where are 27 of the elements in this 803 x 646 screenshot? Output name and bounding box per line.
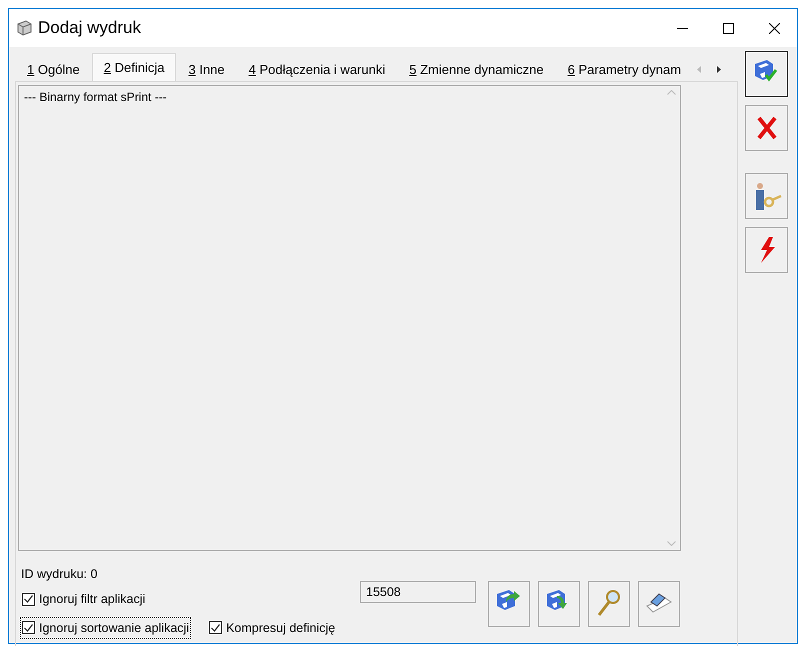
window-title: Dodaj wydruk bbox=[38, 17, 141, 40]
scroll-right-icon[interactable] bbox=[717, 66, 722, 72]
tab[interactable]: 5 Zmienne dynamiczne bbox=[397, 57, 556, 81]
size-field[interactable]: 15508 bbox=[360, 581, 476, 603]
checkbox[interactable] bbox=[209, 621, 222, 634]
tool-button[interactable] bbox=[538, 581, 580, 627]
checkbox-option[interactable]: Kompresuj definicję bbox=[207, 616, 338, 640]
tab[interactable]: 3 Inne bbox=[176, 57, 237, 81]
checkbox-option[interactable]: Ignoruj sortowanie aplikacji bbox=[20, 616, 192, 640]
tab[interactable]: 1 Ogólne bbox=[15, 57, 92, 81]
tool-button[interactable] bbox=[588, 581, 630, 627]
tool-button[interactable] bbox=[638, 581, 680, 627]
cancel-button[interactable] bbox=[745, 105, 788, 151]
tool-button[interactable] bbox=[488, 581, 530, 627]
permissions-button[interactable] bbox=[745, 173, 788, 219]
save-button[interactable] bbox=[745, 51, 788, 97]
tab[interactable]: 6 Parametry dynam bbox=[556, 57, 694, 81]
tab[interactable]: 4 Podłączenia i warunki bbox=[236, 57, 398, 81]
checkbox-option[interactable]: Ignoruj filtr aplikacji bbox=[20, 588, 148, 610]
maximize-icon bbox=[722, 22, 734, 34]
checkbox[interactable] bbox=[22, 592, 35, 606]
tab[interactable]: 2 Definicja bbox=[92, 53, 176, 81]
close-icon bbox=[768, 22, 780, 34]
checkbox[interactable] bbox=[22, 621, 35, 634]
run-button[interactable] bbox=[745, 227, 788, 273]
definition-text: --- Binarny format sPrint --- bbox=[23, 89, 168, 106]
print-id-label: ID wydruku: 0 bbox=[21, 566, 98, 583]
